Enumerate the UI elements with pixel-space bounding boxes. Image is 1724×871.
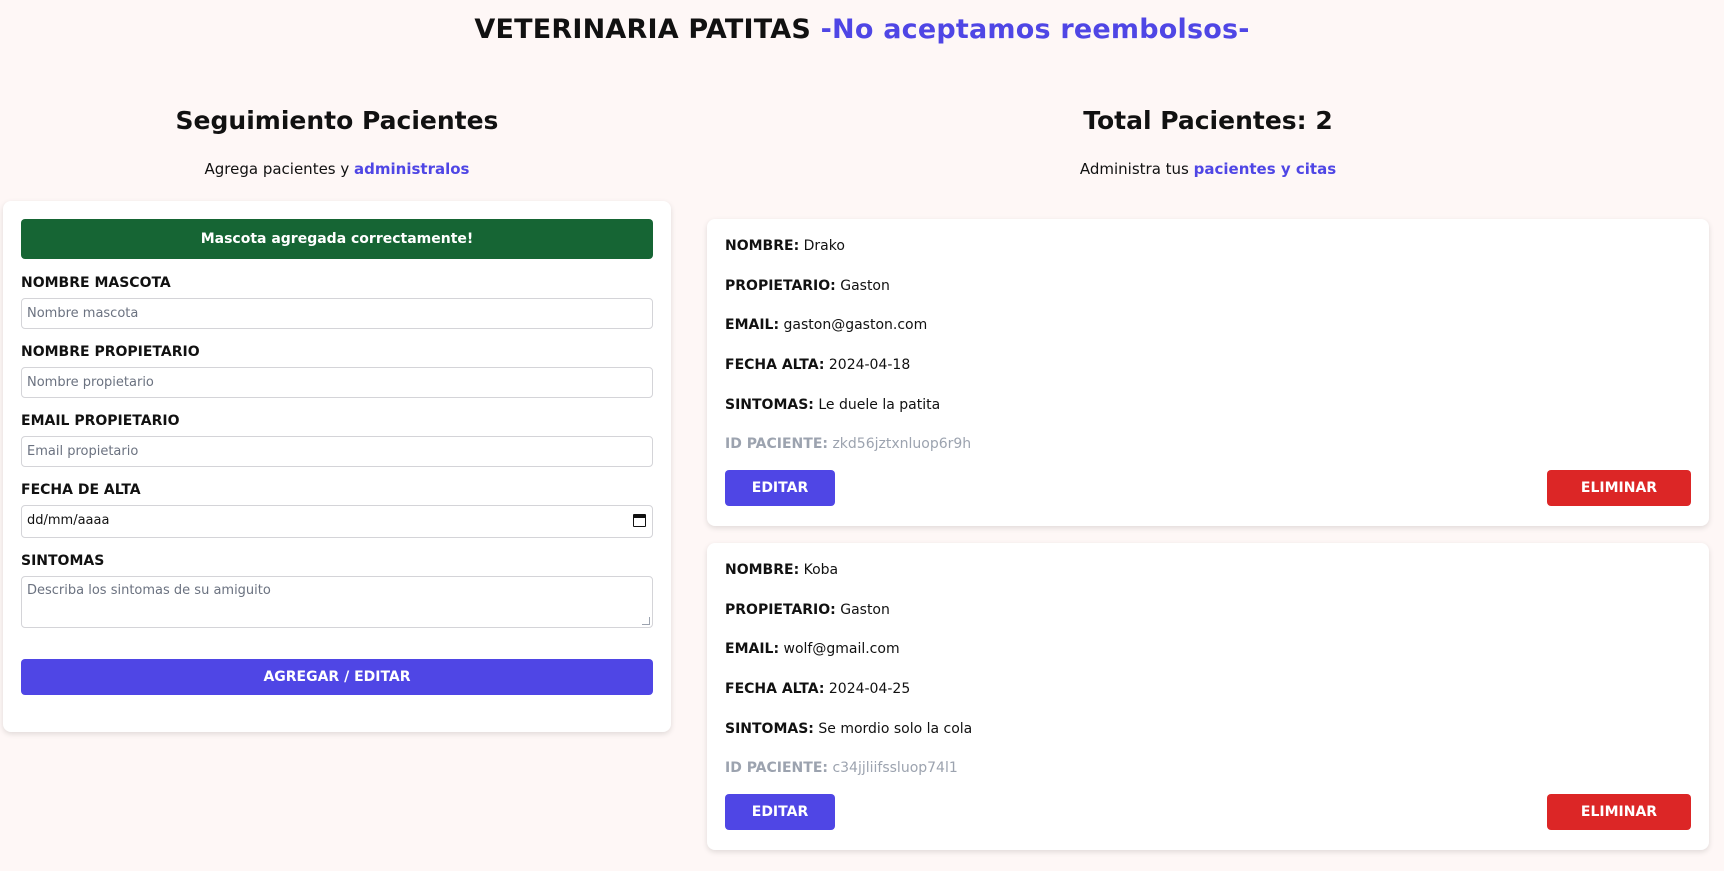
patient-date: 2024-04-25 [828,681,911,697]
patient-date-label: FECHA ALTA: [725,681,825,697]
patient-date: 2024-04-18 [828,357,911,373]
patient-email-label: EMAIL: [725,317,780,333]
patient-name-row: NOMBRE: Drako [725,238,845,254]
patient-id-label: ID PACIENTE: [725,760,828,776]
form-subtitle-prefix: Agrega pacientes y [204,160,355,178]
edit-button[interactable]: EDITAR [725,470,835,506]
patients-subtitle: Administra tus pacientes y citas [707,160,1709,178]
patient-name: Drako [803,238,845,254]
resize-grip-icon[interactable] [642,617,650,625]
patient-id: c34jjliifssluop74l1 [832,760,958,776]
symptoms-placeholder: Describa los sintomas de su amiguito [27,583,271,598]
patient-id-row: ID PACIENTE: c34jjliifssluop74l1 [725,760,958,776]
patient-email-row: EMAIL: wolf@gmail.com [725,641,900,657]
delete-button[interactable]: ELIMINAR [1547,470,1691,506]
patient-symptoms-label: SINTOMAS: [725,721,814,737]
patient-owner-row: PROPIETARIO: Gaston [725,602,890,618]
patient-id-label: ID PACIENTE: [725,436,828,452]
symptoms-textarea[interactable]: Describa los sintomas de su amiguito [21,576,653,628]
patient-owner-label: PROPIETARIO: [725,602,836,618]
patient-email-row: EMAIL: gaston@gaston.com [725,317,927,333]
app-header: VETERINARIA PATITAS -No aceptamos reembo… [0,14,1724,45]
patient-name: Koba [803,562,839,578]
edit-button[interactable]: EDITAR [725,794,835,830]
calendar-icon[interactable] [633,514,646,527]
submit-button[interactable]: AGREGAR / EDITAR [21,659,653,695]
patient-symptoms-row: SINTOMAS: Se mordio solo la cola [725,721,972,737]
date-input[interactable]: dd/mm/aaaa [21,505,653,538]
patient-card: NOMBRE: Koba PROPIETARIO: Gaston EMAIL: … [707,543,1709,850]
patient-owner: Gaston [840,278,890,294]
patient-date-row: FECHA ALTA: 2024-04-18 [725,357,910,373]
symptoms-label: SINTOMAS [21,553,105,569]
pet-name-label: NOMBRE MASCOTA [21,275,171,291]
patient-name-label: NOMBRE: [725,238,800,254]
owner-name-input[interactable]: Nombre propietario [21,367,653,398]
patient-symptoms: Le duele la patita [818,397,941,413]
pet-name-input[interactable]: Nombre mascota [21,298,653,329]
form-title: Seguimiento Pacientes [175,106,499,135]
date-input-value: dd/mm/aaaa [27,513,110,528]
patient-owner-label: PROPIETARIO: [725,278,836,294]
patient-owner: Gaston [840,602,890,618]
patients-total-title: Total Pacientes: 2 [1083,106,1333,135]
patient-owner-row: PROPIETARIO: Gaston [725,278,890,294]
patient-email-label: EMAIL: [725,641,780,657]
patient-symptoms-row: SINTOMAS: Le duele la patita [725,397,940,413]
patients-subtitle-accent: pacientes y citas [1193,160,1337,178]
patient-name-label: NOMBRE: [725,562,800,578]
form-subtitle-accent: administralos [354,160,470,178]
patient-name-row: NOMBRE: Koba [725,562,838,578]
patient-email: gaston@gaston.com [783,317,928,333]
owner-name-label: NOMBRE PROPIETARIO [21,344,200,360]
delete-button[interactable]: ELIMINAR [1547,794,1691,830]
app-title: VETERINARIA PATITAS [474,14,812,45]
patient-symptoms: Se mordio solo la cola [818,721,973,737]
owner-email-label: EMAIL PROPIETARIO [21,413,180,429]
form-subtitle: Agrega pacientes y administralos [3,160,671,178]
patient-date-label: FECHA ALTA: [725,357,825,373]
patient-symptoms-label: SINTOMAS: [725,397,814,413]
owner-email-input[interactable]: Email propietario [21,436,653,467]
patient-email: wolf@gmail.com [783,641,900,657]
patient-form: Mascota agregada correctamente! NOMBRE M… [3,201,671,732]
date-label: FECHA DE ALTA [21,482,141,498]
patient-id-row: ID PACIENTE: zkd56jztxnluop6r9h [725,436,971,452]
patient-id: zkd56jztxnluop6r9h [832,436,972,452]
patient-date-row: FECHA ALTA: 2024-04-25 [725,681,910,697]
success-alert: Mascota agregada correctamente! [21,219,653,259]
patients-subtitle-prefix: Administra tus [1079,160,1194,178]
patient-card: NOMBRE: Drako PROPIETARIO: Gaston EMAIL:… [707,219,1709,526]
app-tagline: -No aceptamos reembolsos- [820,14,1250,45]
